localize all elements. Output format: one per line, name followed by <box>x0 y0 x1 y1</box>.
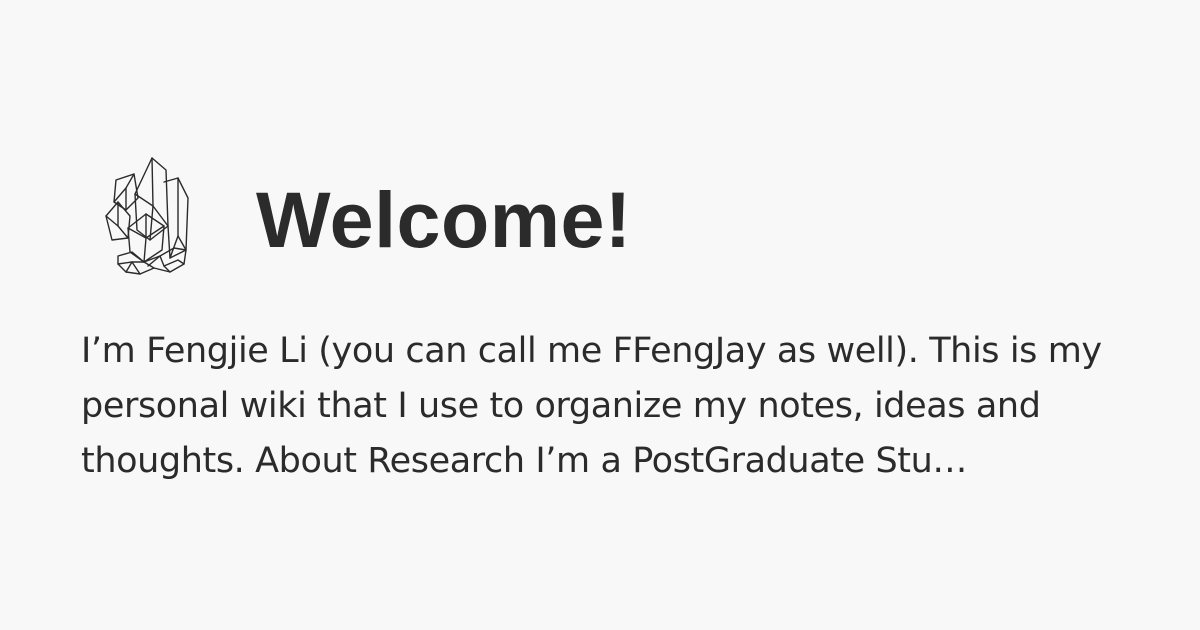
page-title: Welcome! <box>256 175 632 264</box>
preview-card: Welcome! I’m Fengjie Li (you can call me… <box>0 0 1200 630</box>
crystal-cluster-icon <box>104 154 190 276</box>
page-description: I’m Fengjie Li (you can call me FFengJay… <box>81 331 1102 481</box>
